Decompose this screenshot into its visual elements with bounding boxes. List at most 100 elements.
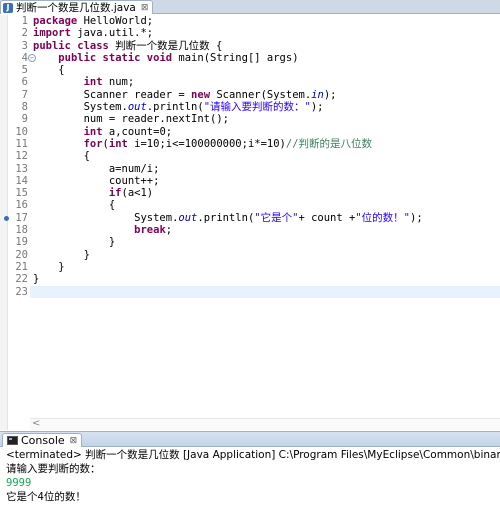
line-number-text: 13 (15, 162, 28, 175)
code-token: in (311, 88, 324, 101)
code-token: System. (33, 211, 179, 224)
code-line[interactable]: import java.util.*; (33, 27, 500, 39)
console-status-line: <terminated> 判断一个数是几位数 [Java Application… (6, 449, 500, 461)
editor-tab[interactable]: J 判断一个数是几位数.java ⊠ (0, 0, 154, 14)
console-output-area[interactable]: <terminated> 判断一个数是几位数 [Java Application… (0, 448, 500, 518)
code-token: public static void (58, 51, 173, 64)
line-number-text: 6 (21, 76, 28, 89)
code-token: for (83, 137, 103, 150)
code-line[interactable]: public class 判断一个数是几位数 { (33, 40, 500, 52)
code-line[interactable]: ​ (30, 285, 500, 298)
line-number: 17 (4, 211, 30, 224)
code-text-area[interactable]: package HelloWorld; import java.util.*; pu… (30, 15, 500, 298)
line-number: 14 (8, 175, 30, 187)
line-number-text: 17 (15, 211, 28, 224)
console-tab[interactable]: Console ⊠ (2, 433, 83, 447)
code-line[interactable]: } (33, 261, 500, 273)
breakpoint-marker-icon[interactable] (4, 215, 9, 221)
code-token: if (108, 187, 122, 200)
horizontal-scrollbar[interactable]: < (30, 418, 500, 430)
code-token: { (33, 150, 90, 163)
console-output-line: 请输入要判断的数： (6, 463, 101, 475)
code-token: //判断的是八位数 (285, 137, 373, 150)
code-line[interactable]: } (33, 273, 500, 285)
code-token: count++; (33, 174, 160, 187)
code-line[interactable]: { (33, 64, 500, 76)
code-editor[interactable]: 1 2 3 4−5 6 7 8 9 10 11 12 13 14 15 16 17 18 19 20 21 22 23 p… (0, 15, 500, 430)
code-token: java.util.*; (70, 27, 154, 40)
code-line[interactable]: { (33, 150, 500, 162)
code-token: Scanner reader = (33, 88, 192, 101)
line-number-text: 20 (15, 248, 28, 261)
line-number: 9 (8, 113, 30, 125)
line-number: 10 (8, 126, 30, 138)
editor-tab-bar: J 判断一个数是几位数.java ⊠ (0, 0, 500, 14)
code-token: "它是个" (254, 211, 299, 224)
line-number-text: 15 (15, 187, 28, 200)
code-line[interactable]: System.out.println("它是个"+ count +"位的数！")… (33, 212, 500, 224)
scroll-left-arrow-icon[interactable]: < (32, 418, 40, 429)
line-number: 20 (8, 249, 30, 261)
code-token: .println( (197, 211, 255, 224)
code-line[interactable]: count++; (33, 175, 500, 187)
line-number: 1 (8, 15, 30, 27)
code-token: new (191, 88, 211, 101)
code-token: ); (310, 101, 324, 114)
code-token: } (33, 248, 90, 261)
line-number-text: 3 (21, 39, 28, 52)
console-user-input: 9999 (6, 477, 32, 489)
java-file-icon: J (3, 2, 13, 13)
code-token: i=10;i<=100000000;i*=10) (127, 137, 286, 150)
line-number-text: 21 (15, 260, 28, 273)
code-token: { (33, 199, 116, 212)
code-line[interactable]: int num; (33, 76, 500, 88)
code-line[interactable]: System.out.println("请输入要判断的数："); (33, 101, 500, 113)
code-line[interactable]: Scanner reader = new Scanner(System.in); (33, 89, 500, 101)
line-number-text: 1 (21, 15, 28, 27)
code-line[interactable]: a=num/i; (33, 163, 500, 175)
code-line[interactable]: { (33, 199, 500, 211)
code-token: int (83, 76, 103, 89)
line-number-text: 11 (15, 137, 28, 150)
code-token: main(String[] args) (172, 51, 299, 64)
code-line[interactable]: for(int i=10;i<=100000000;i*=10)//判断的是八位… (33, 138, 500, 150)
code-line[interactable]: if(a<1) (33, 187, 500, 199)
code-line[interactable]: package HelloWorld; (33, 15, 500, 27)
console-tab-bar: Console ⊠ (0, 431, 500, 447)
code-token: "位的数！" (355, 211, 410, 224)
code-token: num = reader.nextInt(); (33, 113, 229, 126)
code-token: (a<1) (121, 187, 154, 200)
code-token: { (33, 64, 65, 77)
line-number-text: 9 (21, 113, 28, 126)
code-token: out (178, 211, 198, 224)
code-line[interactable]: public static void main(String[] args) (33, 52, 500, 64)
line-number: 23 (8, 286, 30, 298)
line-number: 13 (8, 163, 30, 175)
code-token: int (83, 125, 103, 138)
close-icon[interactable]: ⊠ (141, 3, 149, 13)
line-number-gutter: 1 2 3 4−5 6 7 8 9 10 11 12 13 14 15 16 17 18 19 20 21 22 23 (4, 15, 36, 430)
line-number-text: 10 (15, 125, 28, 138)
code-line[interactable]: } (33, 249, 500, 261)
line-number: 7 (8, 89, 30, 101)
line-number: 18 (8, 224, 30, 236)
code-line[interactable]: break; (33, 224, 500, 236)
code-token: out (127, 101, 147, 114)
code-line[interactable]: num = reader.nextInt(); (33, 113, 500, 125)
line-number: 21 (8, 261, 30, 273)
code-token: ); (323, 88, 337, 101)
code-token: package (33, 15, 78, 27)
line-number-text: 23 (15, 285, 28, 298)
console-tab-label: Console (21, 434, 65, 447)
code-token: "请输入要判断的数：" (203, 101, 311, 114)
code-line[interactable]: } (33, 236, 500, 248)
line-number: 6 (8, 76, 30, 88)
code-line[interactable]: int a,count=0; (33, 126, 500, 138)
close-icon[interactable]: ⊠ (70, 436, 78, 446)
line-number: 16 (8, 199, 30, 211)
code-token: HelloWorld; (77, 15, 154, 27)
line-number-text: 19 (15, 236, 28, 249)
